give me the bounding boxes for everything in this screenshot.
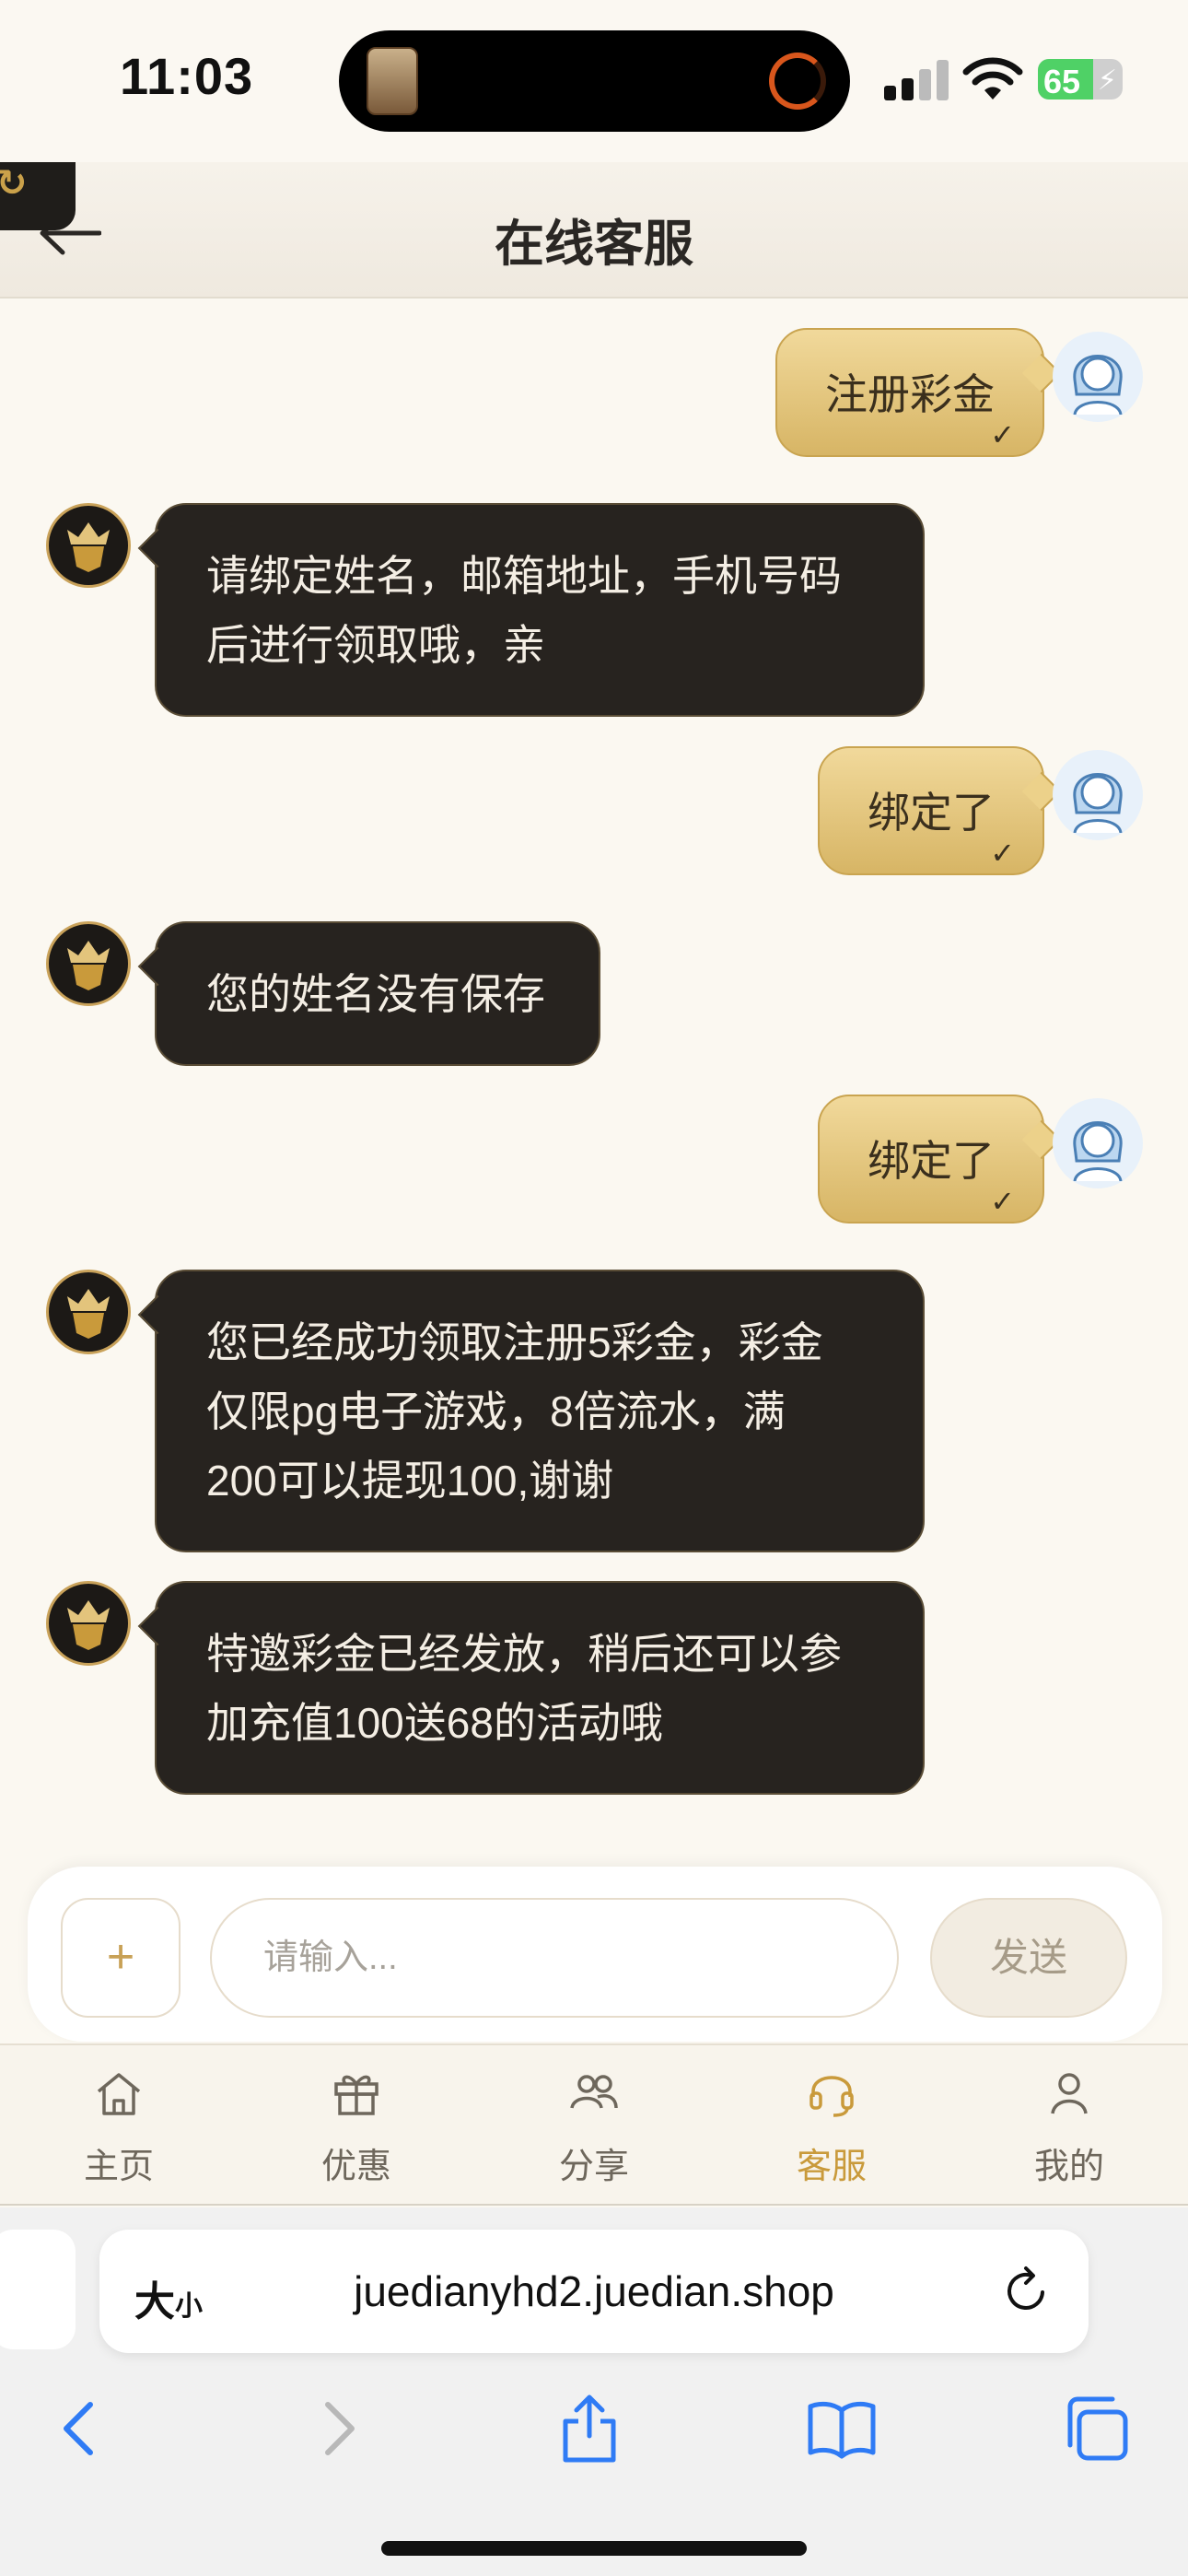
message-text: 注册彩金 (825, 370, 995, 418)
cellular-signal-icon (884, 60, 949, 100)
message-text: 绑定了 (868, 1137, 995, 1185)
message-composer: + 发送 (28, 1867, 1162, 2042)
user-avatar (1053, 332, 1143, 422)
send-button[interactable]: 发送 (930, 1898, 1127, 2018)
user-message-bubble: 注册彩金 ✓ (775, 328, 1044, 457)
user-message-bubble: 绑定了 ✓ (818, 746, 1044, 875)
read-check-icon: ✓ (990, 1185, 1015, 1218)
message-line: 200可以提现100,谢谢 (206, 1457, 614, 1505)
nav-label: 优惠 (320, 2148, 391, 2186)
chat-header: 在线客服 (0, 162, 1188, 299)
message-line: 您的姓名没有保存 (206, 970, 545, 1018)
activity-ring-icon (769, 53, 826, 110)
live-activity-thumbnail (367, 47, 418, 115)
nav-item-profile[interactable]: 我的 (950, 2045, 1188, 2204)
user-avatar-icon (1073, 773, 1123, 833)
bookmarks-icon[interactable] (805, 2392, 879, 2465)
message-input[interactable] (210, 1898, 899, 2018)
bot-avatar (46, 1270, 131, 1354)
nav-item-share[interactable]: 分享 (475, 2045, 713, 2204)
user-avatar-icon (1073, 1121, 1123, 1181)
bot-avatar (46, 503, 131, 588)
crown-shield-icon (67, 1600, 110, 1650)
crown-shield-icon (67, 1289, 110, 1339)
page-title: 在线客服 (495, 217, 693, 272)
message-line: 特邀彩金已经发放，稍后还可以参 (206, 1630, 842, 1678)
nav-item-offers[interactable]: 优惠 (238, 2045, 475, 2204)
refresh-icon: ↻ (0, 163, 28, 204)
message-line: 您已经成功领取注册5彩金，彩金 (206, 1318, 823, 1366)
person-icon (1051, 2073, 1088, 2114)
message-line: 后进行领取哦，亲 (206, 621, 545, 669)
attach-plus-button[interactable]: + (61, 1898, 181, 2018)
address-bar[interactable]: 大小 juedianyhd2.juedian.shop (99, 2230, 1089, 2353)
battery-indicator: 65 ⚡ (1038, 59, 1123, 100)
status-bar: 11:03 65 ⚡ (0, 0, 1188, 162)
bot-avatar (46, 1581, 131, 1666)
url-text: juedianyhd2.juedian.shop (354, 2267, 834, 2315)
nav-label: 分享 (558, 2148, 629, 2186)
bot-avatar (46, 921, 131, 1006)
reload-icon[interactable] (1000, 2265, 1052, 2316)
user-avatar (1053, 1098, 1143, 1188)
headset-icon (809, 2076, 854, 2117)
charging-bolt-icon: ⚡ (1097, 65, 1117, 96)
nav-label: 我的 (1033, 2148, 1104, 2186)
battery-percent: 65 (1043, 63, 1081, 100)
read-check-icon: ✓ (990, 418, 1015, 451)
gift-icon (334, 2075, 379, 2115)
home-indicator[interactable] (381, 2541, 807, 2556)
users-icon (570, 2075, 618, 2109)
home-icon (97, 2073, 141, 2115)
read-check-icon: ✓ (990, 837, 1015, 870)
message-line: 仅限pg电子游戏，8倍流水，满 (206, 1388, 786, 1435)
previous-tab-preview[interactable] (0, 2230, 76, 2349)
message-line: 请绑定姓名，邮箱地址，手机号码 (206, 552, 842, 600)
floating-refresh-button[interactable]: ↻ (0, 162, 76, 230)
browser-toolbar: 大小 juedianyhd2.juedian.shop (0, 2207, 1188, 2576)
share-icon[interactable] (553, 2392, 626, 2465)
chat-messages: 注册彩金 ✓ 请绑定姓名，邮箱地址，手机号码 后进行领取哦，亲 绑定了 ✓ 您的… (0, 299, 1188, 1865)
back-icon[interactable] (44, 2392, 118, 2465)
crown-shield-icon (67, 522, 110, 572)
wifi-icon (962, 57, 1023, 100)
user-avatar-icon (1073, 355, 1123, 415)
bot-message-bubble: 请绑定姓名，邮箱地址，手机号码 后进行领取哦，亲 (155, 503, 925, 717)
nav-item-support[interactable]: 客服 (713, 2045, 950, 2204)
bot-message-bubble: 特邀彩金已经发放，稍后还可以参 加充值100送68的活动哦 (155, 1581, 925, 1795)
nav-label: 主页 (83, 2148, 154, 2186)
crown-shield-icon (67, 941, 110, 990)
bot-message-bubble: 您已经成功领取注册5彩金，彩金 仅限pg电子游戏，8倍流水，满 200可以提现1… (155, 1270, 925, 1552)
clock: 11:03 (120, 47, 254, 105)
message-text: 绑定了 (868, 789, 995, 837)
forward-icon[interactable] (300, 2392, 374, 2465)
bottom-navigation: 主页 优惠 分享 客服 我的 (0, 2043, 1188, 2206)
user-message-bubble: 绑定了 ✓ (818, 1095, 1044, 1224)
tabs-icon[interactable] (1059, 2392, 1133, 2465)
dynamic-island (339, 30, 850, 132)
nav-item-home[interactable]: 主页 (0, 2045, 238, 2204)
message-line: 加充值100送68的活动哦 (206, 1699, 663, 1747)
user-avatar (1053, 750, 1143, 840)
bot-message-bubble: 您的姓名没有保存 (155, 921, 600, 1066)
nav-label: 客服 (796, 2148, 867, 2186)
